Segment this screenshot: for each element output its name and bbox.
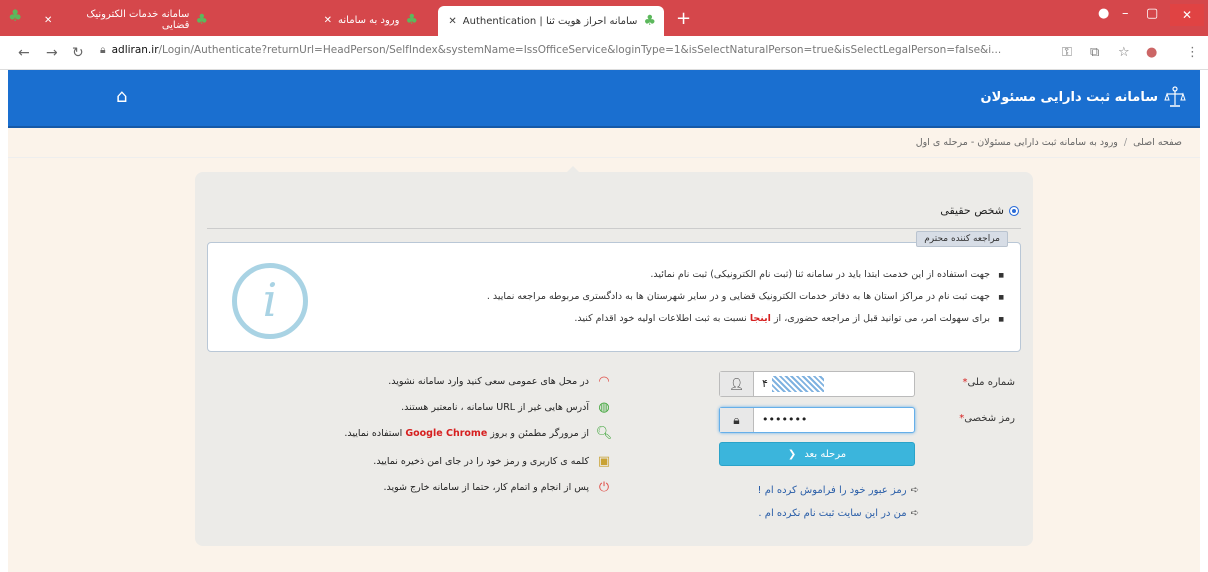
window-close-icon[interactable]: ✕ [1170, 4, 1204, 26]
info-icon: i [232, 263, 308, 339]
browser-tab-1[interactable]: ♣ سامانه خدمات الکترونیک قضایی ✕ [36, 6, 216, 34]
person-type-label: شخص حقیقی [940, 204, 1004, 217]
home-icon[interactable]: ⌂ [116, 86, 127, 107]
browser-tab-2[interactable]: ♣ ورود به سامانه ✕ [226, 6, 426, 34]
lock-icon: 🔒︎ [720, 408, 754, 432]
tab-favicon-icon: ♣ [643, 13, 656, 29]
avatar-icon[interactable]: ● [1146, 45, 1157, 60]
notice-item: جهت ثبت نام در مراکز استان ها به دفاتر خ… [487, 291, 1004, 302]
url-host: adliran.ir [111, 44, 159, 56]
national-code-value[interactable]: ۴ [754, 372, 824, 396]
power-icon: ⏻ [598, 479, 610, 495]
magnifier-icon: 🔍︎ [595, 425, 613, 441]
new-tab-plus-icon[interactable]: + [676, 8, 691, 29]
chevron-left-icon: ❮ [787, 448, 797, 460]
masked-digits [771, 376, 824, 392]
breadcrumb-separator: / [1123, 137, 1128, 148]
not-registered-link[interactable]: ➪من در این سایت ثبت نام نکرده ام . [758, 508, 919, 519]
wifi-icon: ◠ [598, 373, 610, 389]
arrow-icon: ➪ [910, 508, 919, 519]
password-label: رمز شخصی* [959, 413, 1015, 424]
radio-checked-icon[interactable] [1009, 205, 1019, 216]
tip-item: ◍ آدرس هایی غیر از URL سامانه ، نامعتبر … [401, 398, 613, 416]
password-box-icon: ▣ [597, 453, 611, 469]
tab-title: ورود به سامانه [338, 14, 400, 26]
tip-item: ◠ در محل های عمومی سعی کنید وارد سامانه … [388, 372, 613, 390]
divider [207, 228, 1021, 229]
notice-item: جهت استفاده از این خدمت ابتدا باید در سا… [487, 269, 1004, 280]
tip-text: کلمه ی کاربری و رمز خود را در جای امن ذخ… [373, 455, 589, 467]
globe-icon: ◍ [598, 399, 610, 415]
tip-text: از مرورگر مطمئن و بروز [490, 427, 589, 439]
menu-dots-icon[interactable]: ⋮ [1186, 45, 1199, 60]
lock-icon: 🔒︎ [100, 44, 106, 56]
tab-title: سامانه خدمات الکترونیک قضایی [86, 9, 190, 31]
url-path: /Login/Authenticate?returnUrl=HeadPerson… [158, 44, 1002, 56]
breadcrumb-current: ورود به سامانه ثبت دارایی مسئولان - مرحل… [915, 137, 1118, 148]
site-header: ⌂ سامانه ثبت دارایی مسئولان [8, 70, 1200, 128]
back-arrow-icon[interactable]: ← [18, 45, 30, 61]
national-code-label: شماره ملی* [962, 377, 1015, 388]
star-icon[interactable]: ☆ [1118, 45, 1130, 60]
next-step-label: مرحله بعد [804, 448, 847, 460]
tab-favicon-icon: ♣ [405, 12, 418, 28]
tip-item: 🔍︎ از مرورگر مطمئن و بروز Google Chrome … [344, 424, 613, 442]
notice-list: جهت استفاده از این خدمت ابتدا باید در سا… [487, 269, 1004, 335]
tip-item: ⏻ پس از انجام و اتمام کار، حتما از سامان… [383, 478, 613, 496]
chrome-brand: Google Chrome [405, 427, 488, 439]
breadcrumb-home-link[interactable]: صفحه اصلی [1133, 137, 1182, 148]
person-type-radio[interactable]: شخص حقیقی [940, 204, 1019, 217]
password-field[interactable]: 🔒︎ ••••••• [719, 407, 915, 433]
tip-text: آدرس هایی غیر از URL سامانه ، نامعتبر هس… [401, 401, 589, 413]
key-icon[interactable]: ⚿ [1062, 45, 1072, 60]
tip-text: استفاده نمایید. [344, 427, 403, 439]
tab-favicon-icon: ♣ [195, 12, 208, 28]
security-tips: ◠ در محل های عمومی سعی کنید وارد سامانه … [313, 372, 613, 502]
scales-of-justice-icon [1164, 86, 1186, 107]
site-title: سامانه ثبت دارایی مسئولان [980, 90, 1159, 105]
tip-text: پس از انجام و اتمام کار، حتما از سامانه … [383, 481, 589, 493]
notice-tag: مراجعه کننده محترم [916, 231, 1008, 247]
notice-text: برای سهولت امر، می توانید قبل از مراجعه … [773, 313, 990, 324]
notice-box: مراجعه کننده محترم جهت استفاده از این خد… [207, 231, 1021, 352]
next-step-button[interactable]: مرحله بعد ❮ [719, 442, 915, 466]
breadcrumb: صفحه اصلی / ورود به سامانه ثبت دارایی مسئو… [8, 128, 1200, 158]
translate-icon[interactable]: ⧉ [1090, 45, 1099, 60]
profile-icon[interactable]: ♣ [8, 6, 22, 25]
browser-address-bar: ← → ↻ 🔒︎ adliran.ir/Login/Authenticate?re… [0, 36, 1208, 70]
password-value[interactable]: ••••••• [754, 408, 807, 432]
tip-text: در محل های عمومی سعی کنید وارد سامانه نش… [388, 375, 589, 387]
url-field[interactable]: 🔒︎ adliran.ir/Login/Authenticate?returnUr… [100, 44, 1040, 62]
reload-icon[interactable]: ↻ [72, 45, 84, 61]
national-code-field[interactable]: 👤︎ ۴ [719, 371, 915, 397]
account-circle-icon[interactable]: ● [1098, 6, 1109, 21]
forgot-password-link[interactable]: ➪رمز عبور خود را فراموش کرده ام ! [758, 485, 920, 496]
maximize-icon[interactable]: ▢ [1146, 6, 1158, 21]
arrow-icon: ➪ [910, 485, 919, 496]
minimize-icon[interactable]: – [1122, 6, 1129, 21]
tip-item: ▣ کلمه ی کاربری و رمز خود را در جای امن … [373, 452, 613, 470]
notice-item: برای سهولت امر، می توانید قبل از مراجعه … [487, 313, 1004, 324]
here-link[interactable]: اینجا [750, 313, 771, 324]
notice-text: نسبت به ثبت اطلاعات اولیه خود اقدام کنید… [574, 313, 747, 324]
tab-close-icon[interactable]: ✕ [448, 16, 456, 27]
user-icon: 👤︎ [720, 372, 754, 396]
forward-arrow-icon[interactable]: → [46, 45, 58, 61]
tab-close-icon[interactable]: ✕ [44, 15, 52, 26]
tab-title: سامانه احراز هویت ثنا | Authentication [462, 15, 638, 27]
tab-close-icon[interactable]: ✕ [324, 15, 332, 26]
browser-tab-3-active[interactable]: ♣ سامانه احراز هویت ثنا | Authentication… [438, 6, 664, 36]
browser-tab-bar: ♣ ♣ سامانه خدمات الکترونیک قضایی ✕ ♣ ورو… [0, 0, 1208, 36]
login-panel: شخص حقیقی مراجعه کننده محترم جهت استفاده… [195, 172, 1033, 546]
